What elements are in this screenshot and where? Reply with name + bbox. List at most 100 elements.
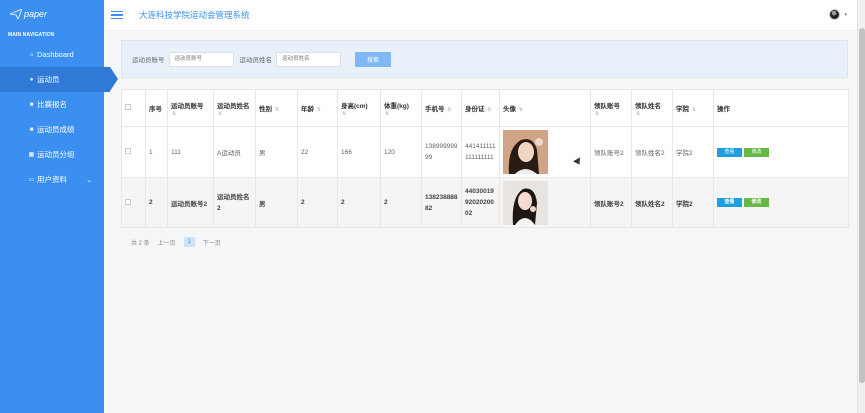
sidebar-item-registration[interactable]: ■ 比赛报名 — [0, 92, 104, 117]
paper-plane-icon — [10, 9, 22, 19]
col-header[interactable]: 身高(cm) ⇅ — [337, 89, 381, 127]
cell-height: 166 — [337, 126, 381, 178]
athlete-photo — [503, 130, 548, 174]
cell-idcard: 440300199202020002 — [461, 177, 500, 228]
cell-account: 运动员账号2 — [167, 177, 214, 228]
tag-icon: ■ — [29, 101, 34, 108]
cell-weight: 2 — [380, 177, 422, 228]
sort-icon: ⇅ — [316, 107, 322, 113]
sort-icon: ⇅ — [385, 110, 390, 117]
checkbox[interactable] — [125, 104, 131, 110]
view-button[interactable]: 查看 — [717, 147, 742, 157]
scrollbar-thumb[interactable] — [859, 28, 865, 383]
top-header: 大连科技学院运动会管理系统 ▾ — [104, 0, 857, 31]
sidebar: paper MAIN NAVIGATION ⌂ Dashboard ● 运动员 … — [0, 0, 118, 413]
table-header-row: 序号 运动员账号 ⇅ 运动员姓名 ⇅ 性别 ⇅ 年龄 ⇅ 身高(cm) ⇅ 体重(kg… — [121, 89, 849, 127]
sort-icon: ⇅ — [691, 107, 697, 113]
search-panel: 运动员账号 运动员姓名 搜索 — [121, 40, 848, 78]
caret-down-icon[interactable]: ▾ — [844, 12, 847, 18]
sort-icon: ⇅ — [172, 110, 177, 117]
sidebar-item-label: Dashboard — [37, 50, 74, 59]
cell-leader-account: 领队账号2 — [590, 126, 632, 178]
sidebar-item-athletes[interactable]: ● 运动员 — [0, 67, 118, 92]
col-header[interactable]: 年龄 ⇅ — [297, 89, 338, 127]
sidebar-item-profile[interactable]: ▭ 用户资料 ⌄ — [0, 167, 104, 192]
logo[interactable]: paper — [0, 0, 104, 28]
cell-avatar — [499, 177, 591, 228]
menu-toggle-icon[interactable] — [111, 10, 123, 20]
col-header[interactable]: 手机号 ⇅ — [421, 89, 462, 127]
sidebar-item-label: 运动员 — [37, 75, 60, 84]
sidebar-item-scores[interactable]: ■ 运动员成绩 — [0, 117, 104, 142]
cell-idcard: 441411111111111111 — [461, 126, 500, 178]
page-number-current[interactable]: 1 — [183, 237, 195, 247]
cell-age: 2 — [297, 177, 338, 228]
logo-text: paper — [24, 9, 48, 19]
cell-height: 2 — [337, 177, 381, 228]
sidebar-item-label: 用户资料 — [37, 175, 67, 184]
athlete-account-label: 运动员账号 — [132, 57, 165, 64]
col-header[interactable]: 领队姓名 ⇅ — [631, 89, 673, 127]
athletes-table: 序号 运动员账号 ⇅ 运动员姓名 ⇅ 性别 ⇅ 年龄 ⇅ 身高(cm) ⇅ 体重(kg… — [121, 89, 849, 228]
cell-gender: 男 — [255, 126, 298, 178]
athlete-photo — [503, 180, 548, 225]
checkbox[interactable] — [125, 198, 131, 205]
sidebar-item-dashboard[interactable]: ⌂ Dashboard — [0, 42, 104, 67]
cell-phone: 13823888882 — [421, 177, 462, 228]
view-button[interactable]: 查看 — [717, 198, 742, 207]
col-header[interactable]: 领队账号 ⇅ — [590, 89, 632, 127]
cell-account: 111 — [167, 126, 214, 178]
sidebar-item-label: 运动员成绩 — [37, 125, 75, 134]
edit-button[interactable]: 修改 — [744, 198, 769, 207]
col-header[interactable]: 体重(kg) ⇅ — [380, 89, 422, 127]
total-count: 共 2 条 — [131, 240, 150, 247]
col-header[interactable]: 性别 ⇅ — [255, 89, 298, 127]
athlete-name-label: 运动员姓名 — [239, 57, 273, 64]
vertical-scrollbar[interactable] — [857, 0, 865, 413]
prev-page-button[interactable]: 上一页 — [158, 238, 176, 247]
cell-actions: 查看 修改 — [713, 126, 849, 178]
sort-icon: ⇅ — [342, 110, 347, 117]
sort-icon: ⇅ — [487, 107, 492, 113]
select-all-checkbox-cell[interactable] — [121, 89, 146, 127]
table-row[interactable]: 1 111 A运动员 男 22 166 120 13899999999 4414… — [121, 126, 849, 178]
cell-avatar — [499, 126, 591, 178]
cell-leader-name: 领队姓名2 — [631, 177, 673, 228]
sort-icon: ⇅ — [218, 110, 223, 117]
file-icon: ■ — [29, 126, 34, 133]
cell-leader-account: 领队账号2 — [590, 177, 632, 228]
edit-button[interactable]: 修改 — [744, 147, 769, 157]
sidebar-item-groups[interactable]: ▦ 运动员分组 — [0, 142, 104, 167]
sort-icon: ⇅ — [447, 107, 452, 113]
next-page-button[interactable]: 下一页 — [203, 238, 221, 247]
nav-title: MAIN NAVIGATION — [8, 32, 55, 38]
sort-icon: ⇅ — [636, 110, 641, 117]
col-header: 序号 — [145, 89, 168, 127]
row-checkbox-cell[interactable] — [121, 126, 146, 178]
col-header[interactable]: 学院 ⇅ — [672, 89, 714, 127]
sort-icon: ⇅ — [595, 110, 600, 117]
cell-age: 22 — [297, 126, 338, 178]
athlete-account-input[interactable] — [168, 51, 234, 67]
cell-name: 运动员姓名2 — [213, 177, 256, 228]
user-icon: ● — [29, 76, 34, 83]
col-header[interactable]: 身份证 ⇅ — [461, 89, 500, 127]
cell-college: 学院2 — [672, 177, 714, 228]
athlete-name-input[interactable] — [276, 51, 341, 67]
grid-icon: ▦ — [28, 152, 35, 158]
search-button[interactable]: 搜索 — [355, 51, 391, 67]
avatar[interactable] — [829, 9, 840, 20]
col-header: 操作 — [713, 89, 849, 127]
table-row[interactable]: 2 运动员账号2 运动员姓名2 男 2 2 2 13823888882 4403… — [121, 177, 849, 228]
cell-no: 2 — [145, 177, 168, 228]
col-header[interactable]: 头像 ⇅ — [499, 89, 591, 127]
pagination: 共 2 条 上一页 1 下一页 — [131, 237, 229, 247]
row-checkbox-cell[interactable] — [121, 177, 146, 228]
cell-name: A运动员 — [213, 126, 256, 178]
cell-weight: 120 — [380, 126, 422, 178]
cell-gender: 男 — [255, 177, 298, 228]
col-header[interactable]: 运动员姓名 ⇅ — [213, 89, 256, 127]
cell-phone: 13899999999 — [421, 126, 462, 178]
checkbox[interactable] — [125, 148, 131, 154]
col-header[interactable]: 运动员账号 ⇅ — [167, 89, 214, 127]
